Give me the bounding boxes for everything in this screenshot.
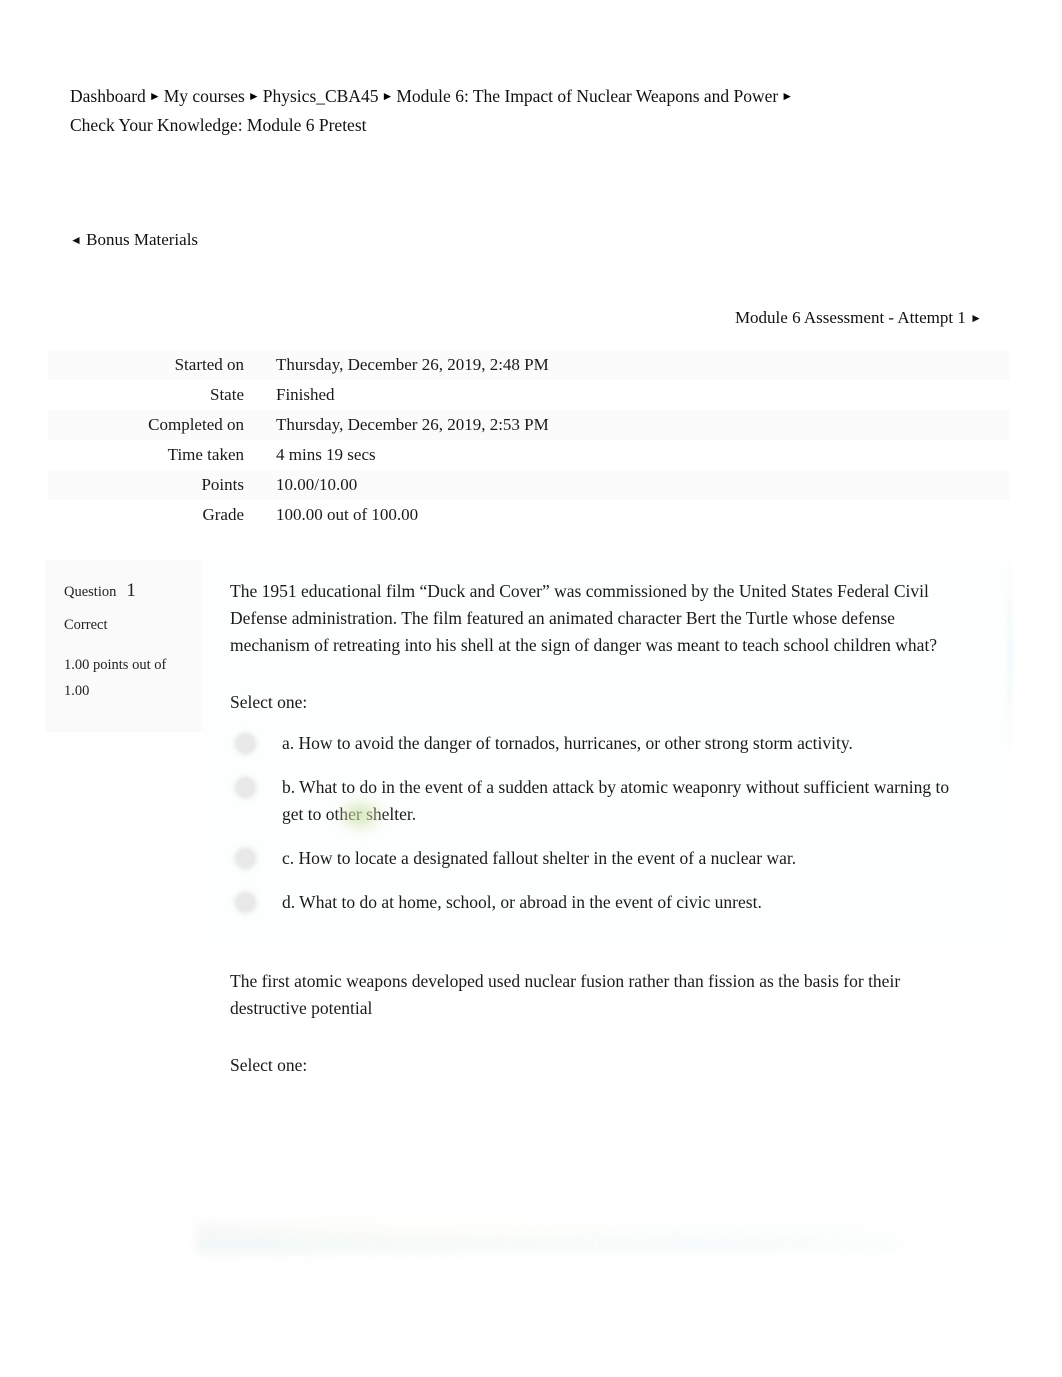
breadcrumb-item-course[interactable]: Physics_CBA45 bbox=[263, 86, 379, 106]
question-grade: 1.00 points out of 1.00 bbox=[64, 652, 190, 704]
summary-label-completed-on: Completed on bbox=[148, 415, 244, 434]
chevron-right-icon: ► bbox=[148, 89, 161, 103]
breadcrumb-item-module[interactable]: Module 6: The Impact of Nuclear Weapons … bbox=[396, 86, 778, 106]
breadcrumb-item-dashboard[interactable]: Dashboard bbox=[70, 86, 146, 106]
summary-label-time-taken: Time taken bbox=[167, 445, 244, 464]
answer-option-b-label: b. What to do in the event of a sudden a… bbox=[282, 777, 950, 824]
table-row: Completed on Thursday, December 26, 2019… bbox=[48, 410, 1010, 440]
next-activity-link[interactable]: Module 6 Assessment - Attempt 1 ► bbox=[735, 307, 982, 329]
table-row: Grade 100.00 out of 100.00 bbox=[48, 500, 1010, 530]
page-bottom-fade bbox=[196, 1222, 904, 1252]
question-text-2: The first atomic weapons developed used … bbox=[230, 971, 901, 1018]
breadcrumb-item-current: Check Your Knowledge: Module 6 Pretest bbox=[70, 115, 367, 135]
previous-activity-link[interactable]: ◄ Bonus Materials bbox=[70, 229, 198, 251]
table-row: Time taken 4 mins 19 secs bbox=[48, 440, 1010, 470]
summary-value-completed-on: Thursday, December 26, 2019, 2:53 PM bbox=[276, 415, 549, 434]
next-activity-label: Module 6 Assessment - Attempt 1 bbox=[734, 308, 966, 327]
question-content: The 1951 educational film “Duck and Cove… bbox=[202, 560, 1012, 943]
select-one-prompt: Select one: bbox=[230, 692, 308, 712]
answer-option-c[interactable]: c. How to locate a designated fallout sh… bbox=[230, 845, 972, 872]
question-number: 1 bbox=[126, 580, 136, 601]
chevron-right-icon: ► bbox=[381, 89, 394, 103]
question-label: Question bbox=[64, 584, 117, 600]
question-block-2: The first atomic weapons developed used … bbox=[46, 950, 1012, 1103]
summary-label-grade: Grade bbox=[202, 505, 244, 524]
table-row: Points 10.00/10.00 bbox=[48, 470, 1010, 500]
question-content-2: The first atomic weapons developed used … bbox=[202, 950, 1012, 1103]
page-bottom-fade-secondary bbox=[200, 1238, 900, 1252]
answer-options-list: a. How to avoid the danger of tornados, … bbox=[230, 730, 972, 916]
radio-button-icon[interactable] bbox=[238, 736, 253, 751]
summary-label-points: Points bbox=[201, 475, 244, 494]
question-grade-line-1: 1.00 points out of bbox=[64, 657, 167, 673]
answer-option-a-label: a. How to avoid the danger of tornados, … bbox=[282, 733, 853, 753]
question-grade-line-2: 1.00 bbox=[64, 683, 90, 699]
table-row: Started on Thursday, December 26, 2019, … bbox=[48, 350, 1010, 380]
summary-label-state: State bbox=[210, 385, 244, 404]
answer-option-d-label: d. What to do at home, school, or abroad… bbox=[282, 892, 762, 912]
previous-activity-label: Bonus Materials bbox=[86, 230, 199, 249]
question-block-1: Question 1 Correct 1.00 points out of 1.0… bbox=[46, 560, 1012, 943]
select-one-prompt-2: Select one: bbox=[230, 1055, 308, 1075]
summary-value-state: Finished bbox=[276, 385, 335, 404]
question-info-panel: Question 1 Correct 1.00 points out of 1.0… bbox=[46, 560, 202, 732]
arrow-left-icon: ◄ bbox=[70, 233, 82, 247]
answer-option-c-label: c. How to locate a designated fallout sh… bbox=[282, 848, 797, 868]
breadcrumb-item-my-courses[interactable]: My courses bbox=[164, 86, 245, 106]
question-text: The 1951 educational film “Duck and Cove… bbox=[230, 581, 938, 655]
summary-value-points: 10.00/10.00 bbox=[276, 475, 358, 494]
question-number-row: Question 1 bbox=[64, 578, 190, 605]
radio-button-icon[interactable] bbox=[238, 851, 253, 866]
breadcrumb: Dashboard ► My courses ► Physics_CBA45 ► Modul… bbox=[70, 82, 894, 140]
answer-option-b[interactable]: b. What to do in the event of a sudden a… bbox=[230, 774, 972, 828]
chevron-right-icon: ► bbox=[247, 89, 260, 103]
question-state-badge: Correct bbox=[64, 617, 108, 633]
summary-value-grade: 100.00 out of 100.00 bbox=[276, 505, 419, 524]
radio-button-icon[interactable] bbox=[238, 895, 253, 910]
answer-option-d[interactable]: d. What to do at home, school, or abroad… bbox=[230, 889, 972, 916]
radio-button-icon[interactable] bbox=[238, 780, 253, 795]
arrow-right-icon: ► bbox=[970, 311, 982, 325]
chevron-right-icon: ► bbox=[781, 89, 794, 103]
summary-label-started-on: Started on bbox=[174, 355, 244, 374]
summary-value-started-on: Thursday, December 26, 2019, 2:48 PM bbox=[276, 355, 549, 374]
answer-option-a[interactable]: a. How to avoid the danger of tornados, … bbox=[230, 730, 972, 757]
attempt-summary-table: Started on Thursday, December 26, 2019, … bbox=[48, 350, 1010, 530]
table-row: State Finished bbox=[48, 380, 1010, 410]
summary-value-time-taken: 4 mins 19 secs bbox=[276, 445, 376, 464]
